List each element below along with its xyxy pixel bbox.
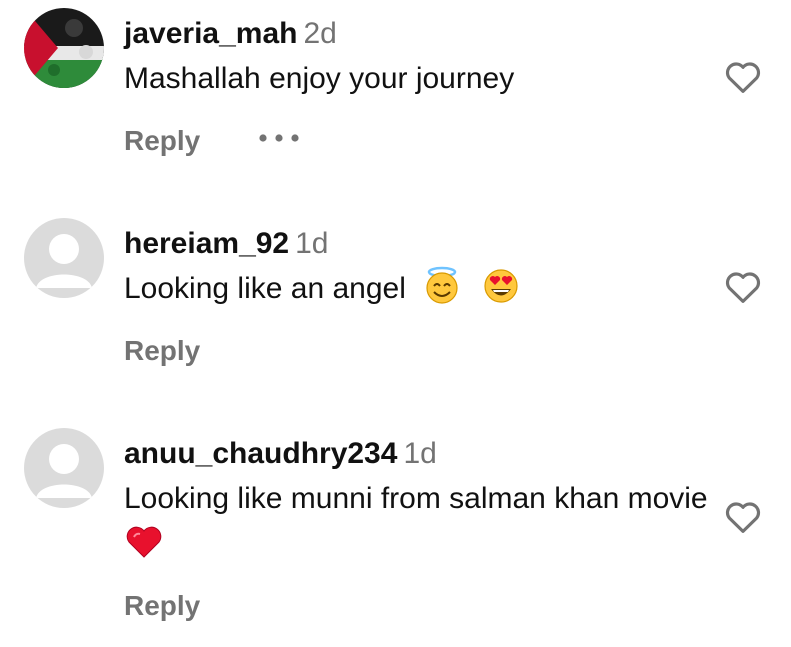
comment-time: 2d [303,17,337,50]
username[interactable]: hereiam_92 [124,227,289,260]
comment-header: hereiam_92 1d [124,226,329,262]
heart-outline-icon[interactable] [722,57,764,97]
reply-button[interactable]: Reply [124,589,200,623]
heart-eyes-emoji [481,266,521,318]
red-heart-emoji [124,524,164,574]
default-avatar-icon [24,218,104,298]
more-options-icon[interactable] [258,133,300,143]
comment-time: 1d [295,227,329,260]
comment-text-content: Mashallah enjoy your journey [124,62,515,95]
username[interactable]: anuu_chaudhry234 [124,437,397,470]
username[interactable]: javeria_mah [124,17,297,50]
comment-text-content: Looking like an angel [124,272,406,305]
flag-avatar-icon [24,8,104,88]
user-avatar[interactable] [24,428,104,508]
comment-text: Mashallah enjoy your journey [124,56,719,102]
user-avatar[interactable] [24,8,104,88]
comment-text: Looking like munni from salman khan movi… [124,476,714,574]
smiling-face-with-halo-emoji [422,266,462,318]
comment-header: javeria_mah 2d [124,16,337,52]
reply-button[interactable]: Reply [124,334,200,368]
comment-time: 1d [403,437,437,470]
heart-outline-icon[interactable] [722,267,764,307]
default-avatar-icon [24,428,104,508]
reply-button[interactable]: Reply [124,124,200,158]
comment-header: anuu_chaudhry234 1d [124,436,437,472]
heart-outline-icon[interactable] [722,497,764,537]
comment-text-content: Looking like munni from salman khan movi… [124,482,708,515]
comment-text: Looking like an angel [124,266,719,318]
user-avatar[interactable] [24,218,104,298]
